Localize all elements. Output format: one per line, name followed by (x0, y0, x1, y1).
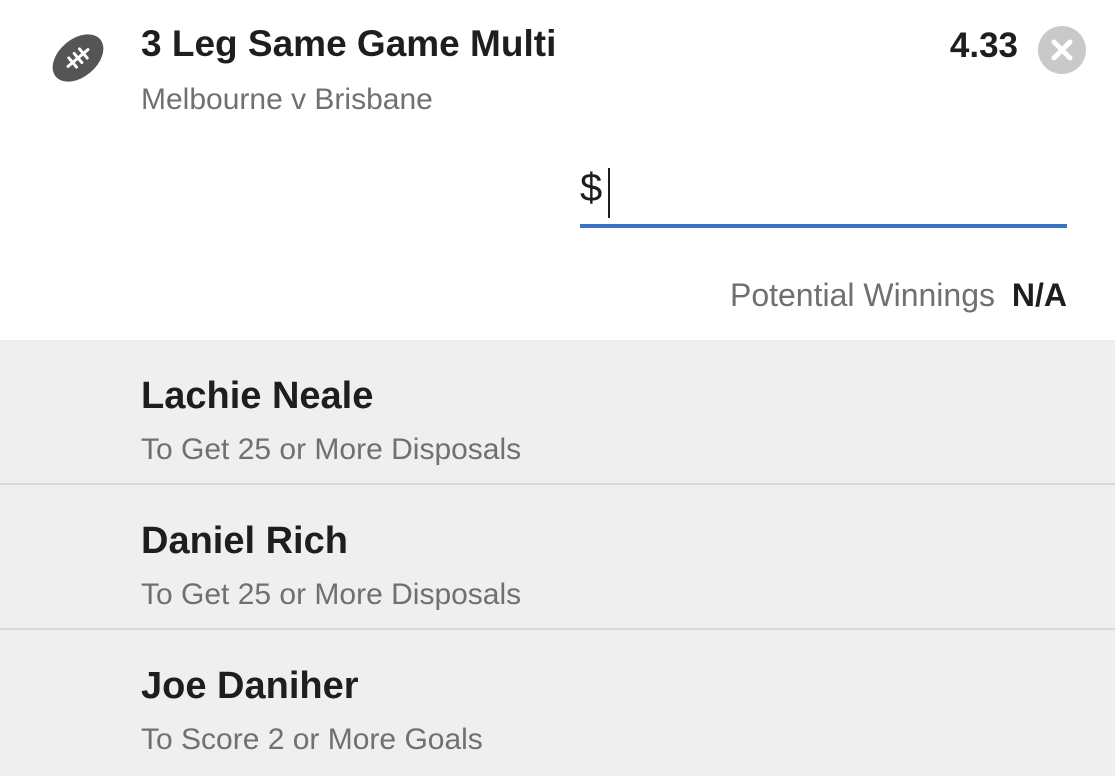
football-icon (48, 28, 108, 88)
leg-player-name: Lachie Neale (141, 375, 374, 417)
bet-title: 3 Leg Same Game Multi (141, 23, 557, 64)
stake-input[interactable] (616, 160, 1056, 220)
remove-bet-button[interactable] (1038, 26, 1086, 74)
close-icon (1051, 39, 1073, 61)
bet-leg: Lachie Neale To Get 25 or More Disposals (0, 340, 1115, 485)
bet-slip-header: 3 Leg Same Game Multi Melbourne v Brisba… (0, 0, 1115, 340)
leg-player-name: Daniel Rich (141, 520, 348, 562)
potential-winnings: Potential Winnings N/A (730, 277, 1067, 314)
potential-winnings-value: N/A (1011, 277, 1067, 313)
potential-winnings-label: Potential Winnings (729, 277, 995, 313)
bet-leg: Joe Daniher To Score 2 or More Goals (0, 630, 1115, 775)
leg-player-name: Joe Daniher (141, 665, 359, 707)
text-caret (608, 168, 610, 218)
leg-market: To Get 25 or More Disposals (141, 433, 522, 466)
stake-field[interactable]: $ (580, 160, 1067, 228)
leg-market: To Get 25 or More Disposals (141, 578, 522, 611)
bet-legs-list: Lachie Neale To Get 25 or More Disposals… (0, 340, 1115, 776)
match-name: Melbourne v Brisbane (141, 83, 433, 116)
odds-value: 4.33 (949, 26, 1018, 65)
currency-symbol: $ (580, 166, 603, 210)
leg-market: To Score 2 or More Goals (141, 723, 483, 756)
bet-leg: Daniel Rich To Get 25 or More Disposals (0, 485, 1115, 630)
